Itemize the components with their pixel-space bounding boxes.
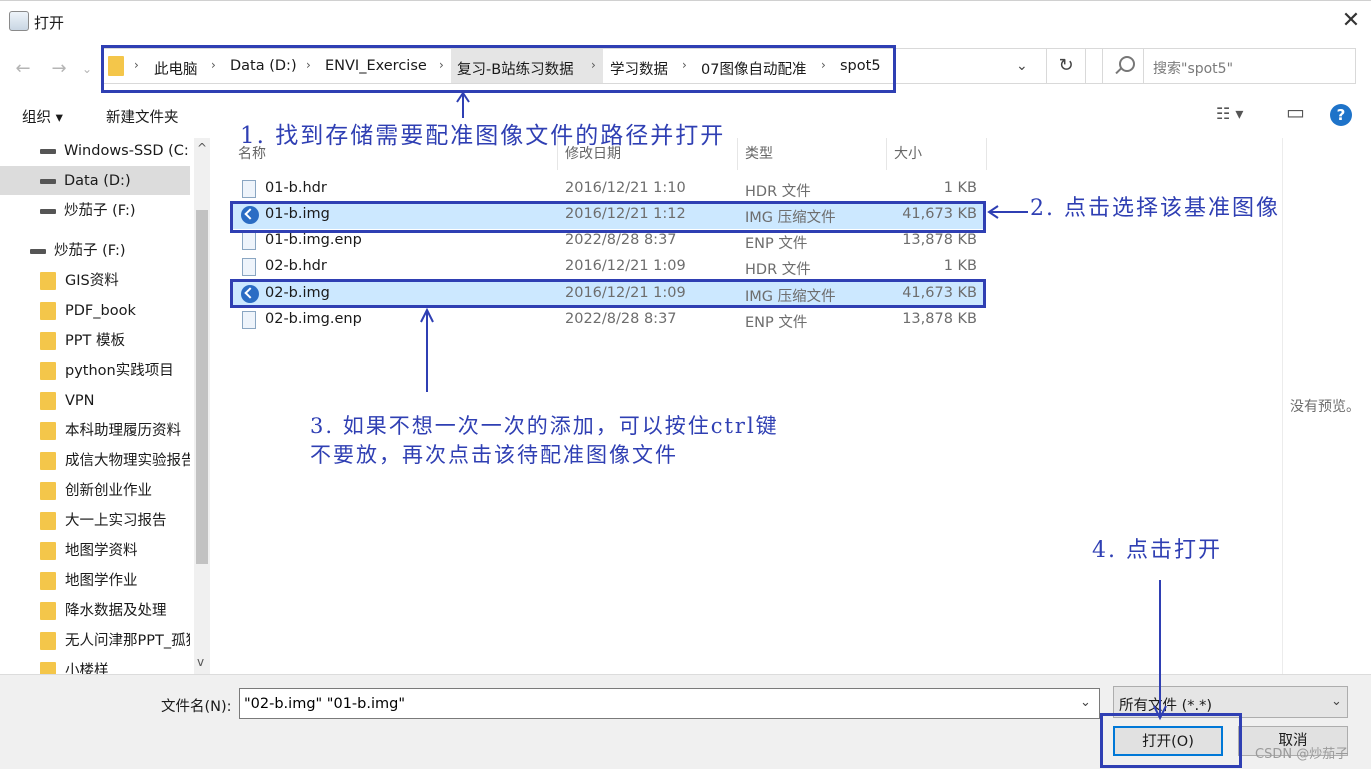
annotation-step3-line1: 3. 如果不想一次一次的添加，可以按住ctrl键 — [310, 414, 779, 438]
annotation-step4: 4. 点击打开 — [1092, 538, 1222, 563]
annotation-step2: 2. 点击选择该基准图像 — [1030, 196, 1280, 221]
watermark: CSDN @炒茄子 — [1255, 747, 1349, 762]
annotation-step3-line2: 不要放，再次点击该待配准图像文件 — [310, 443, 678, 467]
annotation-step1: 1. 找到存储需要配准图像文件的路径并打开 — [240, 123, 726, 149]
